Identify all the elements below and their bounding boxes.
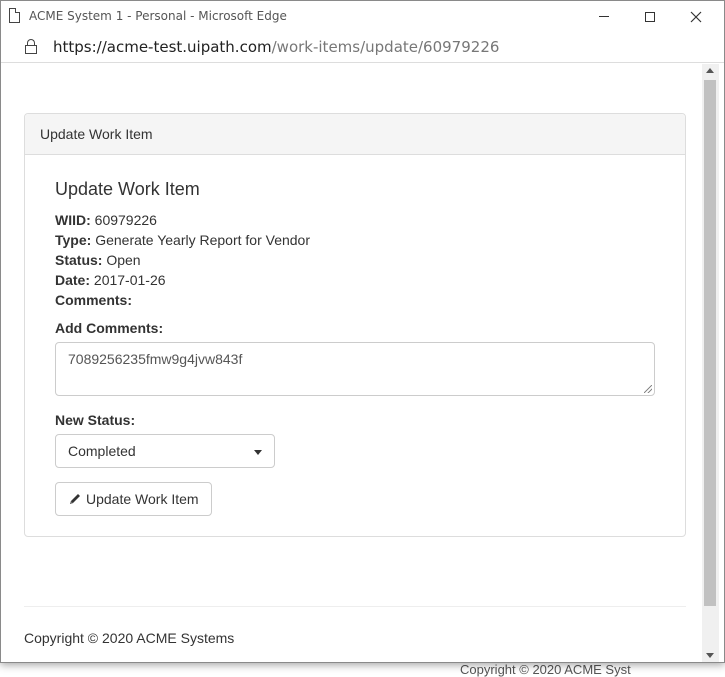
vertical-scrollbar[interactable] xyxy=(702,64,719,662)
field-label: WIID: xyxy=(55,212,91,228)
page-content: Update Work Item Update Work Item WIID: … xyxy=(9,64,702,662)
title-bar[interactable]: ACME System 1 - Personal - Microsoft Edg… xyxy=(1,1,724,32)
caret-down-icon xyxy=(254,450,262,455)
minimize-button[interactable] xyxy=(581,1,627,32)
minimize-icon xyxy=(599,16,609,17)
maximize-button[interactable] xyxy=(627,1,673,32)
comment-text: 7089256235fmw9g4jvw843f xyxy=(68,351,243,367)
url-text[interactable]: https://acme-test.uipath.com/work-items/… xyxy=(53,38,499,56)
field-label: Status: xyxy=(55,252,103,268)
scrollbar-thumb[interactable] xyxy=(704,80,716,606)
button-label: Update Work Item xyxy=(86,491,199,507)
pencil-icon xyxy=(70,494,80,504)
field-label: Type: xyxy=(55,232,92,248)
resize-grip-icon[interactable] xyxy=(644,385,652,393)
maximize-icon xyxy=(645,11,655,22)
panel-header: Update Work Item xyxy=(25,114,685,155)
add-comments-label: Add Comments: xyxy=(55,320,164,336)
new-status-label: New Status: xyxy=(55,412,136,428)
window-title: ACME System 1 - Personal - Microsoft Edg… xyxy=(29,9,287,23)
page-icon xyxy=(9,8,20,23)
field-value: 60979226 xyxy=(94,212,157,228)
field-value: Generate Yearly Report for Vendor xyxy=(95,232,311,248)
wiid-field: WIID: 60979226 xyxy=(55,210,655,230)
field-value: 2017-01-26 xyxy=(93,272,166,288)
update-work-item-panel: Update Work Item Update Work Item WIID: … xyxy=(24,113,686,537)
footer-divider xyxy=(24,606,686,607)
url-path: /work-items/update/60979226 xyxy=(271,38,500,56)
address-bar[interactable]: https://acme-test.uipath.com/work-items/… xyxy=(1,32,724,63)
scroll-down-icon[interactable] xyxy=(706,653,714,658)
background-footer-fragment: Copyright © 2020 ACME Syst xyxy=(460,662,631,677)
comments-field: Comments: xyxy=(55,290,655,310)
add-comments-textarea[interactable]: 7089256235fmw9g4jvw843f xyxy=(55,342,655,396)
field-label: Comments: xyxy=(55,292,133,308)
new-status-select[interactable]: Completed xyxy=(55,434,275,468)
status-field: Status: Open xyxy=(55,250,655,270)
selected-status: Completed xyxy=(68,443,136,459)
close-button[interactable] xyxy=(673,1,719,32)
scroll-up-icon[interactable] xyxy=(706,68,714,73)
lock-icon xyxy=(25,39,37,55)
footer-copyright: Copyright © 2020 ACME Systems xyxy=(24,630,235,646)
field-value: Open xyxy=(106,252,141,268)
page-title: Update Work Item xyxy=(55,179,200,199)
type-field: Type: Generate Yearly Report for Vendor xyxy=(55,230,655,250)
field-label: Date: xyxy=(55,272,91,288)
update-work-item-button[interactable]: Update Work Item xyxy=(55,482,212,516)
url-host: https://acme-test.uipath.com xyxy=(53,38,272,56)
close-icon xyxy=(690,11,702,22)
browser-popup-window: ACME System 1 - Personal - Microsoft Edg… xyxy=(0,0,725,663)
date-field: Date: 2017-01-26 xyxy=(55,270,655,290)
panel-body: Update Work Item WIID: 60979226 Type: Ge… xyxy=(25,155,685,540)
